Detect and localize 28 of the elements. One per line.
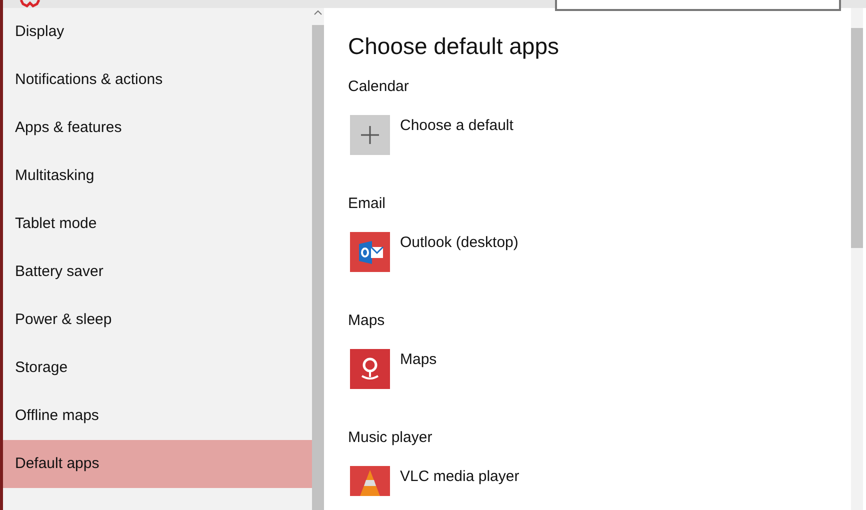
gear-icon <box>19 0 41 8</box>
scrollbar[interactable] <box>851 8 863 510</box>
sidebar-item[interactable]: Default apps <box>3 440 312 488</box>
sidebar-item[interactable]: Offline maps <box>3 392 312 440</box>
section-heading: Maps <box>348 312 386 331</box>
mail-app-icon[interactable] <box>350 232 390 272</box>
page-title: Choose default apps <box>348 33 560 61</box>
traffic-cone-icon[interactable] <box>350 466 390 496</box>
search-field[interactable] <box>555 0 841 11</box>
sidebar-item[interactable]: Power & sleep <box>3 296 312 344</box>
sidebar-item[interactable]: Display <box>3 8 312 56</box>
scroll-up-icon[interactable] <box>314 10 322 15</box>
map-pin-icon[interactable] <box>350 349 390 389</box>
app-name[interactable]: Choose a default <box>400 117 514 134</box>
app-name[interactable]: Maps <box>400 351 437 368</box>
app-name[interactable]: VLC media player <box>400 468 520 485</box>
sidebar-item[interactable]: Multitasking <box>3 152 312 200</box>
section-heading: Email <box>348 195 387 214</box>
plus-icon[interactable] <box>350 115 390 155</box>
sidebar-item[interactable]: Apps & features <box>3 104 312 152</box>
sidebar-item[interactable]: Battery saver <box>3 248 312 296</box>
section-heading: Music player <box>348 429 434 448</box>
sidebar-item[interactable]: Notifications & actions <box>3 56 312 104</box>
sidebar-item[interactable]: Tablet mode <box>3 200 312 248</box>
sidebar-item[interactable]: Storage <box>3 344 312 392</box>
app-name[interactable]: Outlook (desktop) <box>400 234 518 251</box>
scrollbar-thumb[interactable] <box>851 28 863 248</box>
section-heading: Calendar <box>348 78 410 97</box>
